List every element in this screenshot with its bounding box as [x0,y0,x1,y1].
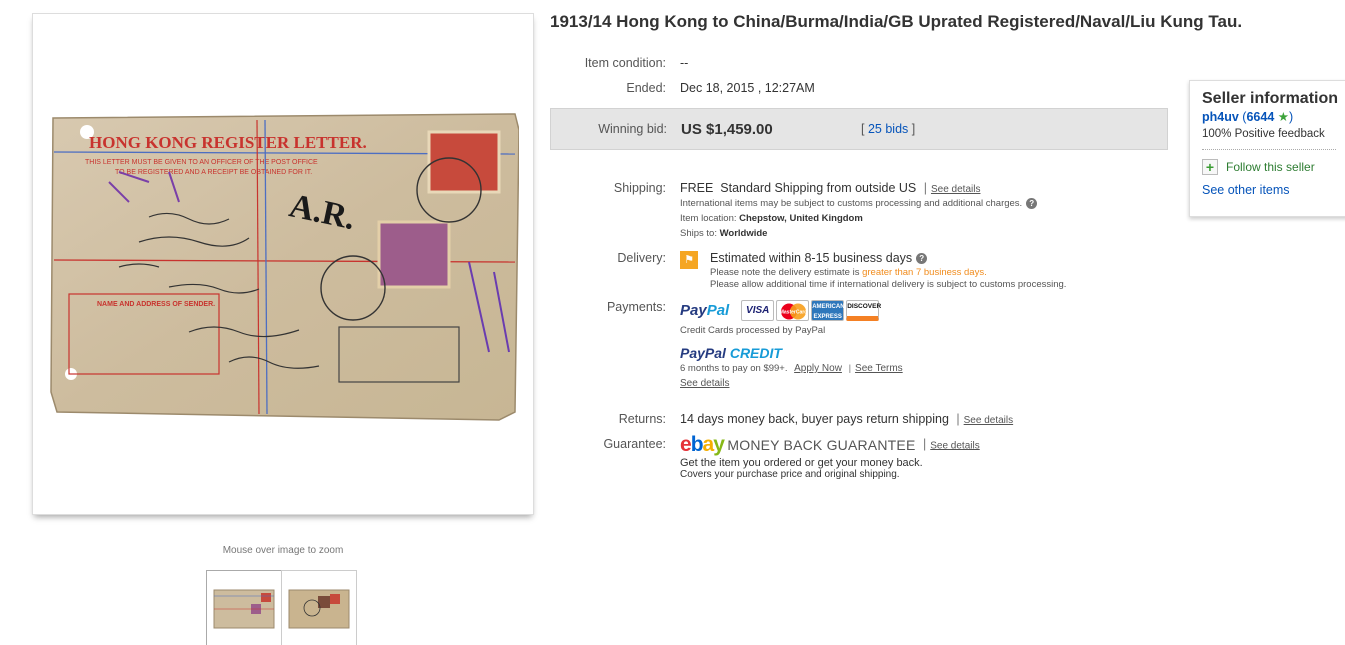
delivery-estimate: Estimated within 8-15 business days [710,251,913,265]
discover-icon: DISCOVER [846,300,881,321]
seller-score-link[interactable]: 6644 [1246,110,1274,124]
item-location-label: Item location: [680,213,737,224]
thumbnail-2[interactable] [281,570,357,645]
listing-title: 1913/14 Hong Kong to China/Burma/India/G… [550,12,1243,31]
condition-label: Item condition: [584,56,666,70]
shipping-see-details-link[interactable]: See details [931,184,980,195]
svg-text:HONG KONG REGISTER LETTER.: HONG KONG REGISTER LETTER. [89,133,367,152]
delivery-note-2: Please allow additional time if internat… [710,279,1067,290]
ships-to-label: Ships to: [680,228,717,239]
guarantee-line-2: Covers your purchase price and original … [680,469,900,480]
visa-icon: VISA [741,300,775,321]
paypal-logo: PayPal [680,302,730,319]
winning-bid-label: Winning bid: [598,122,667,136]
winning-bid-value: US $1,459.00 [681,120,773,138]
cards-note: Credit Cards processed by PayPal [680,325,826,336]
payments-row: Payments: PayPal VISA MasterCard AMERICA… [550,300,903,391]
delivery-note-prefix: Please note the delivery estimate is [710,267,860,278]
apply-now-link[interactable]: Apply Now [794,363,842,374]
flag-icon: ⚑ [680,251,698,269]
zoom-hint: Mouse over image to zoom [222,545,344,556]
money-back-guarantee: MONEY BACK GUARANTEE [727,437,916,453]
bid-count: [ 25 bids ] [861,122,916,136]
help-icon[interactable]: ? [1026,197,1038,209]
guarantee-row: Guarantee: ebay MONEY BACK GUARANTEE | Se… [550,433,979,480]
returns-see-details-link[interactable]: See details [964,415,1013,426]
winning-bid-box: Winning bid: US $1,459.00 [ 25 bids ] [550,108,1168,150]
bid-history-link[interactable]: 25 bids [868,122,908,136]
ended-row: Ended: Dec 18, 2015 , 12:27AM [550,81,815,95]
guarantee-see-details-link[interactable]: See details [930,440,979,451]
follow-seller-label: Follow this seller [1226,160,1315,174]
returns-value: 14 days money back, buyer pays return sh… [680,412,949,426]
help-icon[interactable]: ? [916,253,928,265]
main-image-panel[interactable]: HONG KONG REGISTER LETTER. THIS LETTER M… [32,13,534,515]
seller-username-link[interactable]: ph4uv [1202,110,1239,124]
ended-label: Ended: [626,81,666,95]
delivery-row: Delivery: ⚑ Estimated within 8-15 busine… [550,251,1066,291]
shipping-label: Shipping: [613,181,666,195]
guarantee-line-1: Get the item you ordered or get your mon… [680,457,923,469]
envelope-image: HONG KONG REGISTER LETTER. THIS LETTER M… [49,112,520,424]
follow-seller-button[interactable]: + Follow this seller [1202,159,1336,175]
svg-text:NAME AND ADDRESS OF SENDER.: NAME AND ADDRESS OF SENDER. [97,301,215,308]
paypal-credit-logo: PayPal CREDIT [680,345,782,361]
credit-offer: 6 months to pay on $99+. [680,363,788,374]
svg-text:MasterCard: MasterCard [780,310,808,316]
item-location-value: Chepstow, United Kingdom [739,213,863,224]
delivery-label: Delivery: [617,251,666,265]
returns-label: Returns: [618,412,666,426]
condition-row: Item condition: -- [550,56,689,70]
amex-icon: AMERICAN EXPRESS [811,300,845,321]
see-other-items-link[interactable]: See other items [1202,183,1336,197]
shipping-intl-note: International items may be subject to cu… [680,198,1023,209]
shipping-method: Standard Shipping from outside US [720,181,917,195]
returns-row: Returns: 14 days money back, buyer pays … [550,412,1013,426]
shipping-free: FREE [680,181,714,195]
seller-info-box: Seller information ph4uv (6644 ★) 100% P… [1189,80,1345,217]
shipping-row: Shipping: FREE Standard Shipping from ou… [550,181,1038,241]
mastercard-icon: MasterCard [776,300,810,321]
plus-icon: + [1202,159,1218,175]
thumbnail-strip [206,570,357,645]
seller-info-heading: Seller information [1202,90,1339,107]
ebay-logo: ebay [680,433,725,456]
ships-to-value: Worldwide [719,228,768,239]
payments-label: Payments: [606,300,666,314]
thumbnail-1[interactable] [206,570,282,645]
guarantee-label: Guarantee: [603,437,666,451]
seller-feedback: 100% Positive feedback [1202,128,1336,150]
ended-value: Dec 18, 2015 , 12:27AM [680,81,815,95]
svg-text:THIS LETTER MUST BE GIVEN TO A: THIS LETTER MUST BE GIVEN TO AN OFFICER … [85,159,318,166]
payments-see-details-link[interactable]: See details [680,378,729,389]
svg-text:TO BE REGISTERED AND A RECEIPT: TO BE REGISTERED AND A RECEIPT BE OBTAIN… [115,169,312,176]
delivery-note-highlight: greater than 7 business days. [862,267,987,278]
see-terms-link[interactable]: See Terms [855,363,903,374]
star-icon: ★ [1274,110,1289,124]
condition-value: -- [680,56,689,70]
